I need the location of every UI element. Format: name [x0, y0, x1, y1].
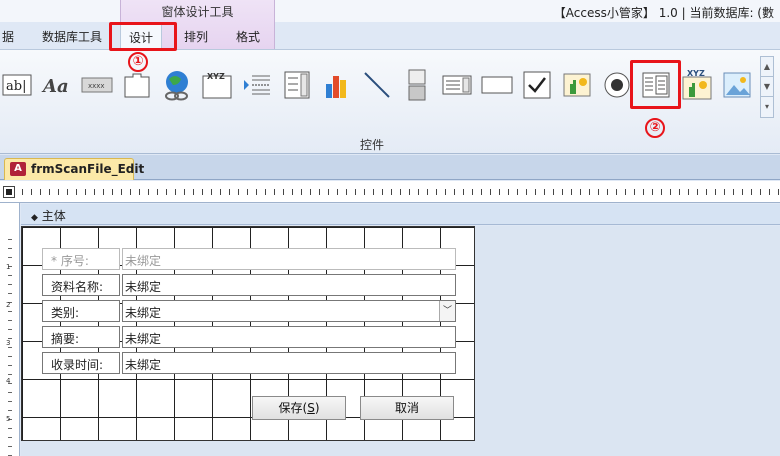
toggle-button-icon — [408, 69, 426, 101]
unbound-object-icon — [563, 73, 591, 97]
field-combo-category-value: 未绑定 — [125, 306, 162, 320]
option-group-tool[interactable]: XYZ — [200, 68, 234, 102]
chart-tool[interactable] — [320, 68, 354, 102]
detail-section-bar[interactable]: ◆ 主体 — [21, 204, 780, 225]
context-group-label: 窗体设计工具 — [161, 5, 234, 19]
chart-icon — [326, 76, 346, 98]
field-label-title[interactable]: 资料名称: — [42, 274, 120, 296]
section-marker-icon: ◆ — [31, 213, 38, 223]
label-icon: Aa — [41, 76, 69, 97]
option-group-icon: XYZ — [202, 72, 232, 99]
app-title: 【Access小管家】 1.0 | 当前数据库: (數 — [553, 6, 774, 20]
page-break-icon — [244, 75, 270, 95]
bound-object-tool[interactable]: XYZ — [680, 68, 714, 102]
field-combo-category[interactable]: 未绑定 ﹀ — [122, 300, 456, 322]
field-label-category[interactable]: 类别: — [42, 300, 120, 322]
field-input-sequence[interactable]: 未绑定 — [122, 248, 456, 270]
gallery-down-icon[interactable]: ▼ — [761, 77, 773, 97]
checkbox-tool[interactable] — [520, 68, 554, 102]
section-title: 主体 — [41, 209, 66, 223]
tab-control-tool[interactable] — [120, 68, 154, 102]
option-group-tool-text: XYZ — [207, 72, 225, 81]
hyperlink-tool[interactable] — [160, 68, 194, 102]
cancel-button[interactable]: 取消 — [360, 396, 454, 420]
tab-data[interactable]: 据 — [2, 28, 14, 45]
field-input-record-time[interactable]: 未绑定 — [122, 352, 456, 374]
unbound-object-tool[interactable] — [560, 68, 594, 102]
field-input-title[interactable]: 未绑定 — [122, 274, 456, 296]
annotation-box-subform — [630, 60, 681, 109]
ruler-number: 3 — [6, 339, 11, 347]
annotation-badge-two: ② — [645, 118, 665, 138]
list-box-icon — [442, 75, 472, 95]
field-label-summary[interactable]: 摘要: — [42, 326, 120, 348]
ruler-number: 1 — [6, 263, 11, 271]
label-tool[interactable]: Aa — [40, 68, 74, 102]
vertical-ruler[interactable]: 1 2 3 4 5 — [0, 203, 20, 456]
ruler-number: 4 — [6, 377, 11, 385]
horizontal-ruler[interactable] — [0, 181, 780, 203]
line-icon — [364, 72, 390, 98]
horizontal-ruler-ticks — [22, 189, 780, 195]
tab-control-icon — [124, 73, 150, 98]
button-tool[interactable]: xxxx — [80, 68, 114, 102]
gallery-up-icon[interactable]: ▲ — [761, 57, 773, 77]
form-selector[interactable] — [3, 186, 15, 198]
access-form-icon: A — [10, 162, 26, 176]
tab-database-tools[interactable]: 数据库工具 — [42, 28, 102, 45]
save-button-label: 保存( — [278, 401, 308, 415]
controls-gallery-scroll[interactable]: ▲ ▼ ▾ — [760, 56, 774, 118]
combo-box-tool[interactable] — [280, 68, 314, 102]
textbox-tool-text: ab| — [6, 79, 26, 94]
detail-section-label: ◆ 主体 — [31, 207, 66, 224]
bound-object-tool-text: XYZ — [687, 69, 705, 78]
option-button-icon — [604, 72, 630, 98]
option-button-tool[interactable] — [600, 68, 634, 102]
save-button[interactable]: 保存(S) — [252, 396, 346, 420]
ruler-number: 5 — [6, 415, 11, 423]
save-button-close: ) — [314, 401, 320, 415]
textbox-tool[interactable]: ab| — [0, 68, 34, 102]
annotation-box-design-tab — [109, 22, 177, 51]
image-icon — [723, 72, 751, 98]
field-input-summary[interactable]: 未绑定 — [122, 326, 456, 348]
document-tab-title: frmScanFile_Edit — [31, 162, 145, 176]
line-tool[interactable] — [360, 68, 394, 102]
tab-arrange[interactable]: 排列 — [184, 28, 208, 45]
bound-object-icon: XYZ — [682, 69, 712, 100]
toggle-button-tool[interactable] — [400, 68, 434, 102]
controls-group-label: 控件 — [360, 138, 385, 152]
save-button-accel: S — [307, 401, 315, 415]
label-tool-text: Aa — [41, 76, 69, 97]
rectangle-icon — [481, 76, 513, 94]
checkbox-icon — [523, 71, 551, 99]
document-tab-frmscanfile-edit[interactable]: A frmScanFile_Edit — [4, 158, 144, 180]
image-tool[interactable] — [720, 68, 754, 102]
field-label-sequence[interactable]: * 序号: — [42, 248, 120, 270]
gallery-more-icon[interactable]: ▾ — [761, 97, 773, 117]
hyperlink-icon — [165, 71, 188, 101]
page-break-tool[interactable] — [240, 68, 274, 102]
annotation-badge-one: ① — [128, 52, 148, 72]
button-tool-text: xxxx — [88, 82, 105, 90]
document-tab-bar: A frmScanFile_Edit — [0, 155, 780, 180]
rectangle-tool[interactable] — [480, 68, 514, 102]
list-box-tool[interactable] — [440, 68, 474, 102]
textbox-icon: ab| — [2, 74, 32, 96]
combo-box-icon — [284, 71, 310, 99]
tab-format[interactable]: 格式 — [236, 28, 260, 45]
chevron-down-icon[interactable]: ﹀ — [439, 301, 455, 321]
button-icon: xxxx — [81, 77, 113, 93]
field-label-record-time[interactable]: 收录时间: — [42, 352, 120, 374]
ruler-number: 2 — [6, 301, 11, 309]
